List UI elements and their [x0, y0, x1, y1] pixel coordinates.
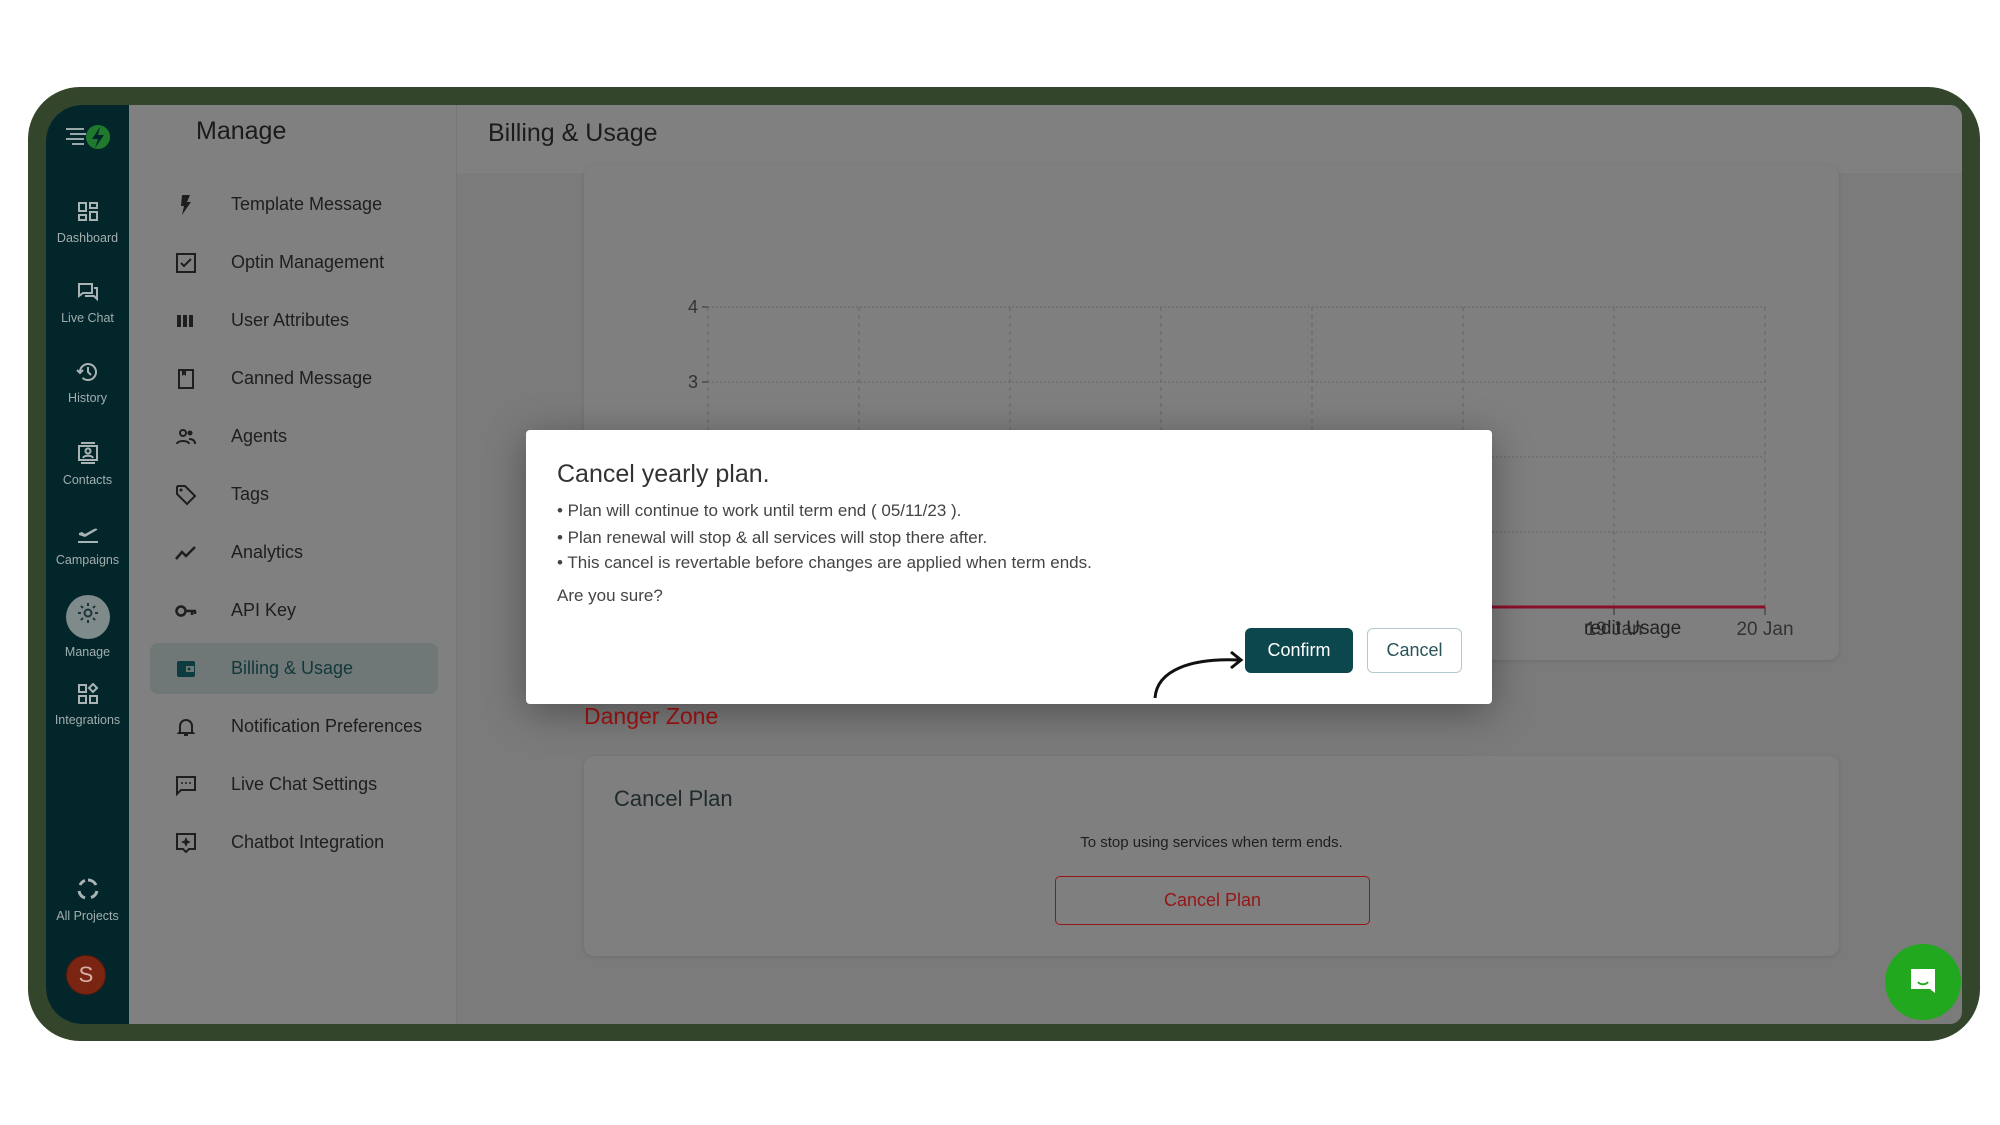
sidebar-item-label: Agents [231, 426, 288, 446]
sidebar-item-label: Live Chat Settings [231, 774, 378, 794]
checkbox-icon [174, 251, 198, 275]
integrations-icon [77, 683, 98, 704]
all-projects-icon [77, 878, 98, 900]
sidebar-item-live-chat-settings[interactable]: Live Chat Settings [150, 759, 438, 810]
dialog-title: Cancel yearly plan. [557, 460, 770, 488]
key-icon [174, 599, 198, 623]
sidebar-item-billing-usage[interactable]: Billing & Usage [150, 643, 438, 694]
danger-zone-heading: Danger Zone [584, 703, 719, 729]
chat-bubble-icon [1911, 969, 1935, 993]
gear-icon [77, 603, 98, 623]
columns-icon [174, 309, 198, 333]
dashboard-icon [77, 202, 98, 221]
sidebar-item-label: API Key [231, 600, 297, 620]
chat-dots-icon [174, 773, 198, 797]
rail-label: Campaigns [55, 553, 120, 567]
rail-label: Contacts [62, 473, 113, 487]
rail-item-live-chat[interactable]: Live Chat [46, 281, 129, 325]
page-title: Billing & Usage [488, 119, 658, 147]
sidebar-item-optin-management[interactable]: Optin Management [150, 237, 438, 288]
chat-icon [77, 283, 98, 302]
y-tick-label: 3 [688, 372, 698, 392]
arrow-annotation-icon [1153, 650, 1244, 699]
manage-panel: Manage Template Message Optin Management U… [129, 105, 457, 1024]
rail-label: All Projects [56, 909, 119, 923]
sidebar-item-user-attributes[interactable]: User Attributes [150, 295, 438, 346]
sidebar-item-label: Chatbot Integration [231, 832, 385, 852]
history-icon [75, 363, 97, 381]
rail-item-contacts[interactable]: Contacts [46, 441, 129, 487]
rail-item-manage[interactable]: Manage [46, 595, 129, 659]
sidebar-item-template-message[interactable]: Template Message [150, 179, 438, 230]
rail-item-campaigns[interactable]: Campaigns [46, 523, 129, 567]
icon-rail: Dashboard Live Chat History Contacts Cam… [46, 105, 129, 1024]
tag-icon [174, 483, 198, 507]
dialog-line: • Plan will continue to work until term … [557, 501, 962, 520]
main-header: Billing & Usage [457, 105, 1962, 173]
cancel-plan-dialog: Cancel yearly plan. • Plan will continue… [526, 430, 1492, 704]
sidebar-item-agents[interactable]: Agents [150, 411, 438, 462]
bolt-icon [174, 193, 198, 217]
sidebar-item-tags[interactable]: Tags [150, 469, 438, 520]
chatbot-icon [174, 831, 198, 855]
dialog-question: Are you sure? [557, 586, 663, 605]
rail-item-integrations[interactable]: Integrations [46, 683, 129, 727]
cancel-button[interactable]: Cancel [1367, 628, 1462, 673]
sidebar-item-notification-preferences[interactable]: Notification Preferences [150, 701, 438, 752]
rail-label: Manage [64, 645, 111, 659]
wallet-icon [174, 657, 198, 681]
cancel-plan-button[interactable]: Cancel Plan [1055, 876, 1370, 925]
dialog-line: • Plan renewal will stop & all services … [557, 528, 988, 547]
rail-label: Live Chat [61, 311, 114, 325]
rail-item-dashboard[interactable]: Dashboard [46, 201, 129, 245]
cancel-plan-description: To stop using services when term ends. [1080, 834, 1343, 851]
sidebar-item-label: Notification Preferences [231, 716, 423, 736]
rail-label: History [68, 391, 107, 405]
rail-label: Dashboard [56, 231, 119, 245]
campaigns-icon [77, 528, 98, 543]
manage-title: Manage [196, 117, 287, 145]
avatar[interactable]: S [66, 955, 106, 995]
bell-icon [174, 715, 198, 739]
people-icon [174, 425, 198, 449]
sidebar-item-label: Billing & Usage [231, 658, 354, 678]
sidebar-item-label: Canned Message [231, 368, 373, 388]
sidebar-item-canned-message[interactable]: Canned Message [150, 353, 438, 404]
dialog-line: • This cancel is revertable before chang… [557, 553, 1092, 572]
cancel-plan-title: Cancel Plan [614, 786, 733, 811]
sidebar-item-chatbot-integration[interactable]: Chatbot Integration [150, 817, 438, 868]
sidebar-item-label: Analytics [231, 542, 304, 562]
cancel-plan-card: Cancel Plan To stop using services when … [584, 756, 1839, 956]
chat-widget-button[interactable] [1885, 944, 1961, 1020]
rail-item-history[interactable]: History [46, 361, 129, 405]
y-tick-label: 4 [688, 297, 698, 317]
sidebar-item-analytics[interactable]: Analytics [150, 527, 438, 578]
trend-icon [174, 541, 198, 565]
confirm-button[interactable]: Confirm [1245, 628, 1353, 673]
rail-item-all-projects[interactable]: All Projects [46, 877, 129, 923]
sidebar-item-label: Template Message [231, 194, 383, 214]
legend-label: redit Usage [1584, 618, 1681, 639]
contacts-icon [77, 442, 98, 464]
sidebar-item-label: User Attributes [231, 310, 350, 330]
sidebar-item-api-key[interactable]: API Key [150, 585, 438, 636]
bookmark-icon [174, 367, 198, 391]
logo [64, 121, 112, 158]
sidebar-item-label: Optin Management [231, 252, 385, 272]
rail-label: Integrations [54, 713, 121, 727]
x-tick-label: 20 Jan [1736, 619, 1793, 640]
sidebar-item-label: Tags [231, 484, 270, 504]
